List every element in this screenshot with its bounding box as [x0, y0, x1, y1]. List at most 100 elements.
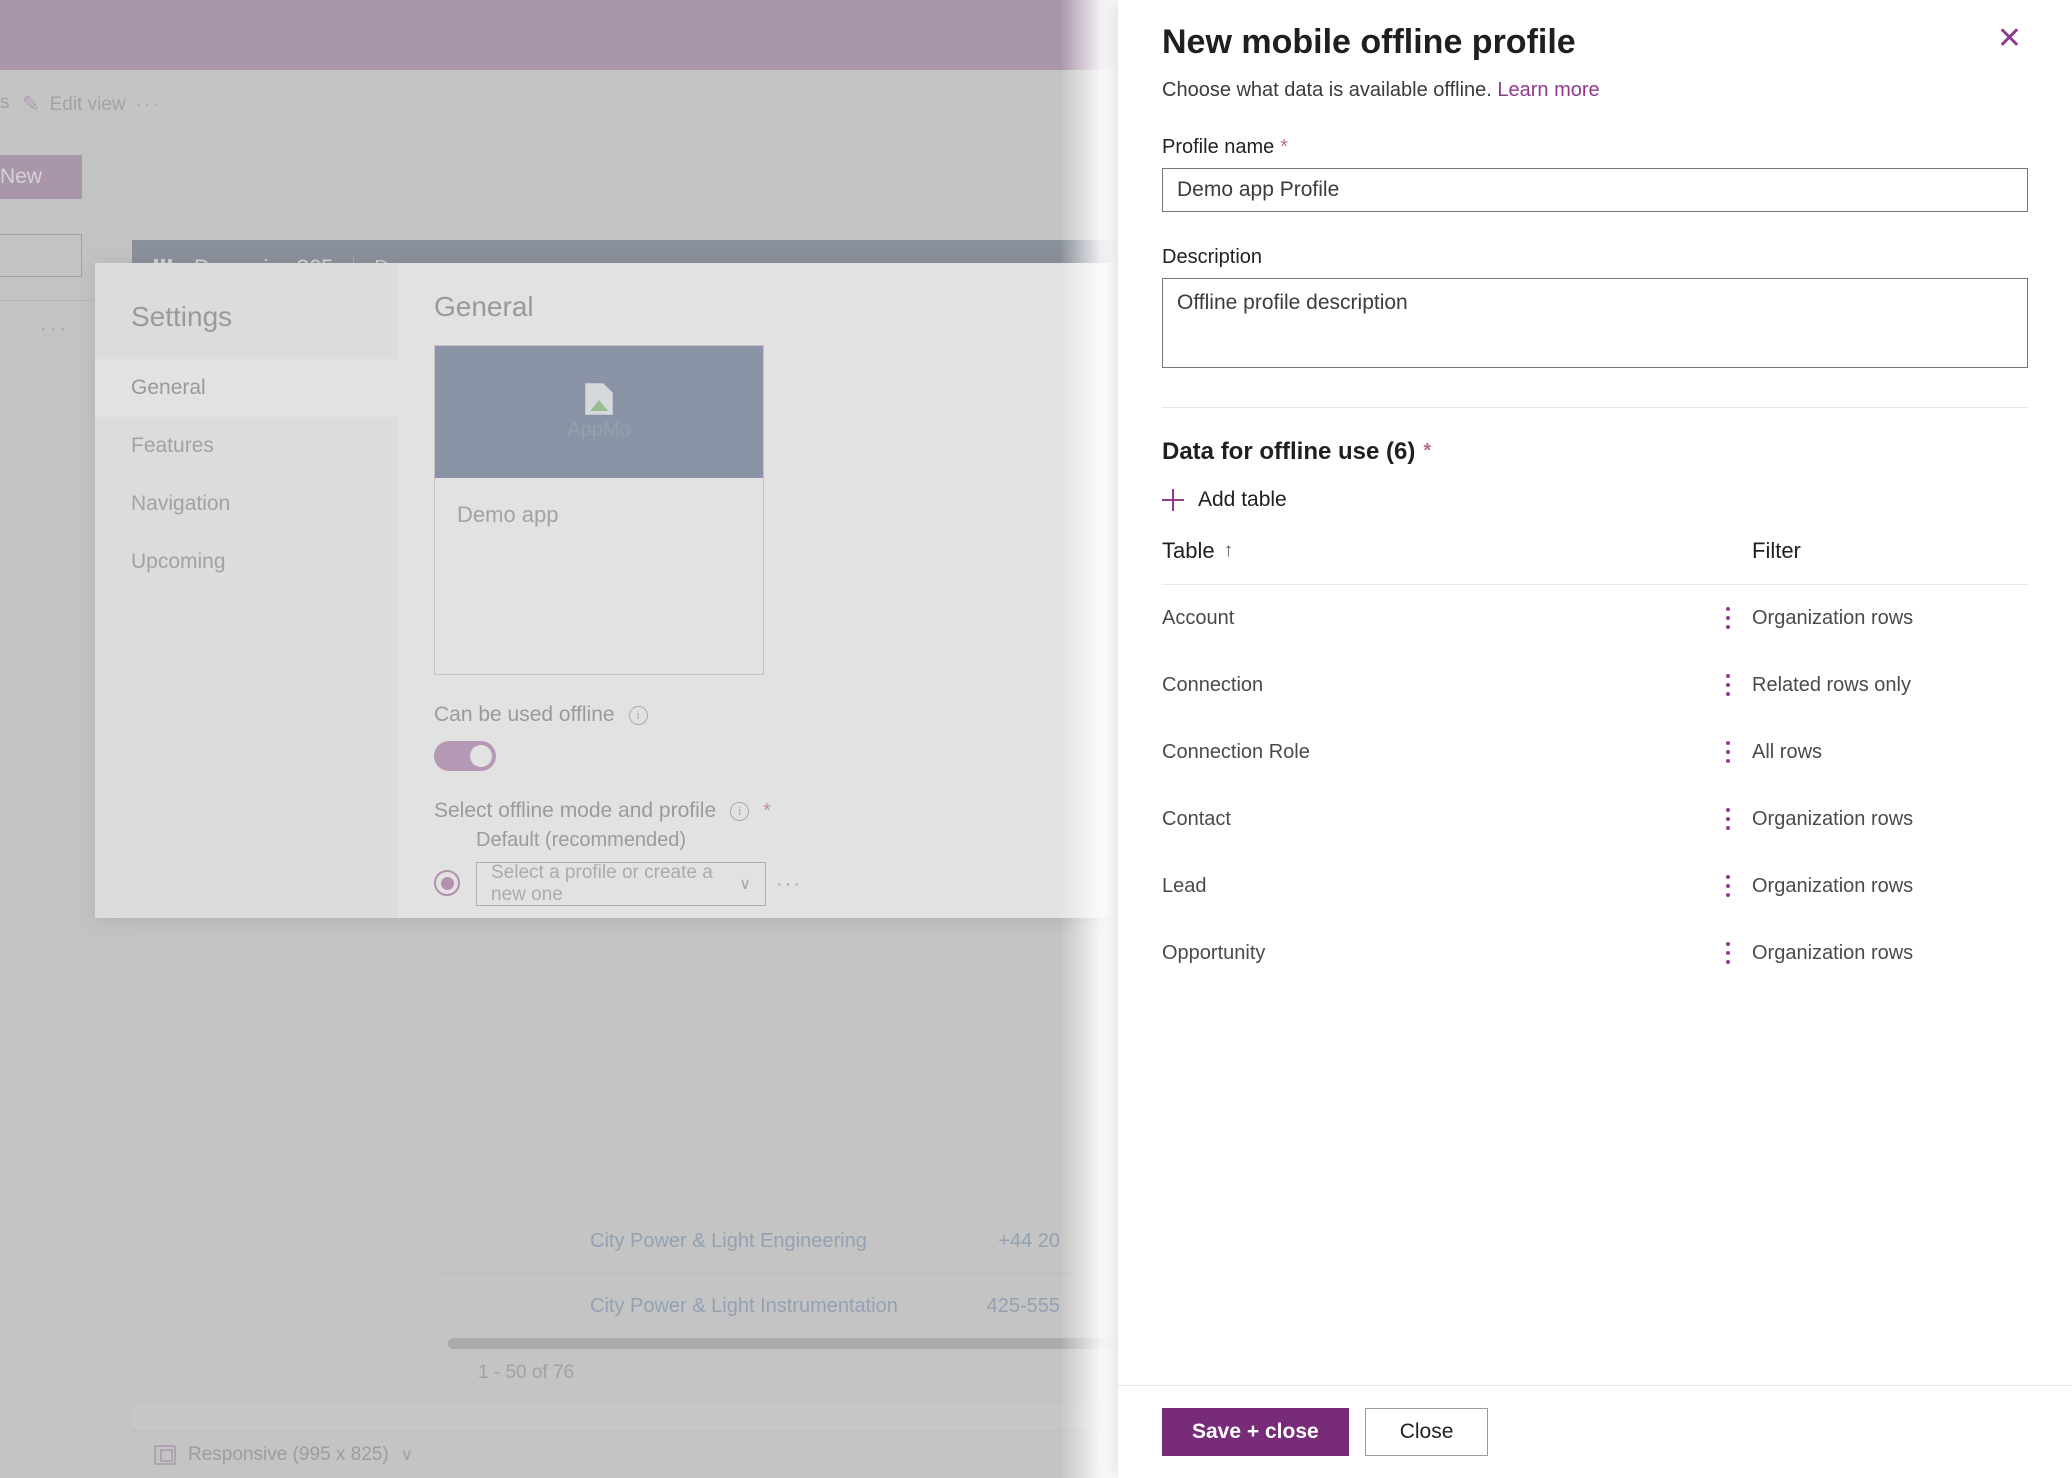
sidebar-item-general[interactable]: General [95, 359, 398, 417]
record-count-label: 1 - 50 of 76 [478, 1362, 575, 1383]
cell-table-name: Lead [1162, 874, 1207, 897]
search-input[interactable] [0, 234, 82, 277]
info-icon[interactable]: i [628, 705, 648, 725]
background-toolbar [0, 70, 1120, 110]
cell-table-name: Connection Role [1162, 740, 1310, 763]
list-item[interactable]: City Power & Light Engineering +44 20 [435, 1210, 1120, 1274]
chevron-down-icon: ∨ [739, 876, 751, 893]
settings-title: Settings [131, 301, 233, 332]
rail-divider [0, 300, 100, 301]
more-options-icon[interactable] [1726, 607, 1730, 630]
learn-more-link[interactable]: Learn more [1497, 79, 1599, 101]
plus-icon [1162, 488, 1184, 511]
required-indicator: * [763, 799, 771, 822]
app-image-alt-text: AppMo [567, 418, 631, 441]
sidebar-item-features[interactable]: Features [95, 417, 398, 475]
close-icon[interactable]: ✕ [1991, 22, 2028, 56]
sort-ascending-icon: ↑ [1223, 539, 1234, 561]
radio-default[interactable] [434, 870, 460, 896]
column-header-table[interactable]: Table ↑ [1162, 538, 1752, 564]
default-profile-select[interactable]: Select a profile or create a new one ∨ [476, 862, 766, 906]
description-textarea[interactable] [1162, 277, 2028, 368]
top-purple-band [0, 0, 1120, 70]
save-and-close-button[interactable]: Save + close [1162, 1408, 1349, 1456]
default-option-caption: Default (recommended) [476, 829, 687, 851]
row-menu-cell [1704, 674, 1752, 697]
more-options-icon[interactable] [1726, 942, 1730, 965]
column-header-filter[interactable]: Filter [1752, 538, 2028, 564]
list-item[interactable]: City Power & Light Instrumentation 425-5… [435, 1274, 1120, 1338]
default-profile-combo-wrap: Select a profile or create a new one ∨ ·… [476, 862, 1080, 906]
new-button[interactable]: New [0, 155, 82, 199]
responsive-label: Responsive (995 x 825) [188, 1443, 389, 1465]
select-offline-mode-row: Select offline mode and profile i * [434, 799, 1080, 823]
required-indicator: * [1423, 440, 1432, 463]
more-options-icon[interactable] [1726, 674, 1730, 697]
list-item-phone: +44 20 [998, 1230, 1060, 1252]
cell-filter-value: Organization rows [1752, 874, 1914, 897]
required-indicator: * [1280, 135, 1289, 158]
data-section-title: Data for offline use (6) [1162, 437, 1416, 465]
panel-scroll-area: New mobile offline profile ✕ Choose what… [1118, 0, 2072, 1385]
table-row[interactable]: Opportunity Organization rows [1162, 920, 2028, 987]
rail-row-overflow-icon[interactable]: ··· [40, 318, 69, 341]
horizontal-scrollbar[interactable] [448, 1338, 1120, 1349]
more-options-icon[interactable] [1726, 875, 1730, 898]
table-row[interactable]: Lead Organization rows [1162, 853, 2028, 920]
row-menu-cell [1704, 942, 1752, 965]
toggle-knob [470, 745, 492, 767]
add-table-label: Add table [1198, 487, 1287, 511]
offline-mode-option-default[interactable]: Default (recommended) Select a profile o… [434, 829, 1080, 906]
app-preview-card: AppMo Demo app [434, 345, 764, 675]
responsive-icon [154, 1444, 176, 1465]
profile-name-label-row: Profile name * [1162, 136, 2028, 159]
cell-filter-value: Related rows only [1752, 673, 1911, 696]
chevron-down-icon[interactable]: ∨ [401, 1445, 413, 1465]
cell-table-name: Opportunity [1162, 941, 1266, 964]
info-icon[interactable]: i [730, 801, 750, 821]
grid-header-row: Table ↑ Filter [1162, 538, 2028, 585]
panel-footer: Save + close Close [1118, 1385, 2072, 1478]
more-options-icon[interactable] [1726, 741, 1730, 764]
select-offline-mode-label: Select offline mode and profile [434, 799, 717, 822]
app-card-name: Demo app [457, 502, 559, 527]
default-option-column: Default (recommended) Select a profile o… [476, 829, 1080, 906]
status-bar: Responsive (995 x 825) ∨ [132, 1430, 1120, 1478]
sidebar-item-upcoming[interactable]: Upcoming [95, 533, 398, 591]
cell-filter-value: Organization rows [1752, 807, 1914, 830]
row-menu-cell [1704, 607, 1752, 630]
table-row[interactable]: Contact Organization rows [1162, 786, 2028, 853]
page-title: General [434, 291, 534, 322]
panel-subtitle: Choose what data is available offline. L… [1162, 79, 2028, 102]
table-row[interactable]: Connection Related rows only [1162, 652, 2028, 719]
panel-subtitle-text: Choose what data is available offline. [1162, 78, 1492, 101]
new-mobile-offline-profile-panel: New mobile offline profile ✕ Choose what… [1118, 0, 2072, 1478]
list-item-name: City Power & Light Instrumentation [590, 1294, 898, 1317]
default-profile-placeholder: Select a profile or create a new one [491, 862, 713, 905]
cell-filter-value: All rows [1752, 740, 1823, 763]
description-label: Description [1162, 245, 1263, 268]
profile-name-input[interactable] [1162, 167, 2028, 212]
cell-filter-value: Organization rows [1752, 941, 1914, 964]
panel-divider [1162, 406, 2028, 408]
offline-toggle[interactable] [434, 741, 496, 771]
app-thumbnail: AppMo [435, 346, 763, 478]
settings-content: General AppMo Demo app Can be used offli… [398, 263, 1120, 918]
table-row[interactable]: Connection Role All rows [1162, 719, 2028, 786]
close-button[interactable]: Close [1364, 1408, 1489, 1456]
column-header-table-label: Table [1162, 537, 1215, 563]
more-options-icon[interactable] [1726, 808, 1730, 831]
default-profile-overflow-icon[interactable]: ··· [776, 873, 802, 896]
table-row[interactable]: Account Organization rows [1162, 585, 2028, 652]
screen-root: s ✎ Edit view ··· New ··· Dynamics 365 D… [0, 0, 2072, 1478]
radio-dot [440, 876, 454, 890]
add-table-button[interactable]: Add table [1162, 488, 2028, 512]
list-item-phone: 425-555 [986, 1294, 1060, 1317]
broken-image-icon [585, 382, 613, 415]
sidebar-item-navigation[interactable]: Navigation [95, 475, 398, 533]
row-menu-cell [1704, 741, 1752, 764]
cell-table-name: Account [1162, 606, 1235, 629]
settings-sidebar: Settings General Features Navigation Upc… [95, 263, 398, 918]
settings-dialog: Settings General Features Navigation Upc… [95, 263, 1120, 918]
list-footer-spacer [132, 1404, 1120, 1430]
